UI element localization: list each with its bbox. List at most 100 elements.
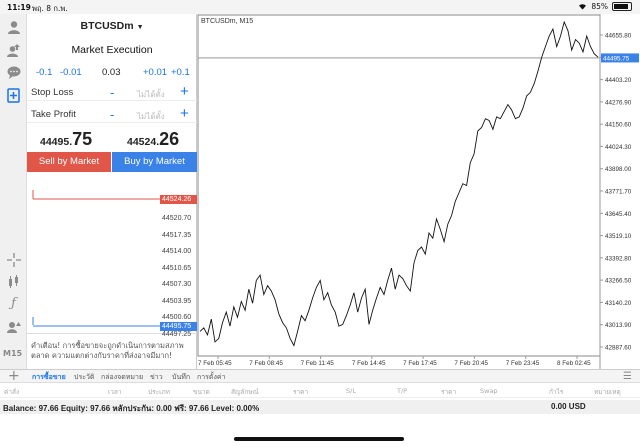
x-tick-label: 7 Feb 11:45	[301, 360, 335, 367]
lot-minus-0.1-button[interactable]: -0.1	[36, 67, 52, 78]
battery-percent: 85%	[591, 2, 608, 11]
col-profit: กำไร	[549, 388, 564, 396]
col-tp: T/P	[397, 387, 408, 395]
bid-price: 44495.75	[40, 129, 92, 150]
status-right: 85%	[578, 2, 632, 11]
price-chart[interactable]: BTCUSDm, M1544655.8044529.5044403.204427…	[197, 14, 640, 369]
tick-level-label: 44500.60	[162, 314, 192, 321]
status-bar: 11:19 พฤ. 8 ก.พ. 85%	[0, 0, 640, 14]
x-tick-label: 7 Feb 23:45	[506, 360, 540, 367]
stop-loss-row: Stop Loss - ไม่ได้ตั้ง +	[27, 83, 197, 101]
wifi-icon	[579, 4, 587, 10]
stop-loss-label: Stop Loss	[31, 87, 74, 98]
symbol-selector[interactable]: BTCUSDm ▼	[27, 20, 197, 32]
stop-loss-input[interactable]: ไม่ได้ตั้ง	[137, 88, 165, 101]
new-order-icon[interactable]	[5, 87, 22, 104]
bottom-tab-bar: + การซื้อขาย ประวัติ กล่องจดหมาย ข่าว บั…	[0, 368, 640, 384]
tick-bid-label: 44495.75	[160, 322, 197, 331]
ask-price-big: 26	[159, 129, 180, 149]
tab-journal[interactable]: บันทึก	[172, 372, 190, 383]
x-tick-label: 7 Feb 14:45	[352, 360, 386, 367]
lot-minus-0.01-button[interactable]: -0.01	[60, 67, 82, 78]
indicators-icon[interactable]	[5, 273, 22, 290]
y-tick-label: 43771.70	[605, 189, 632, 196]
take-profit-input[interactable]: ไม่ได้ตั้ง	[137, 110, 165, 123]
y-tick-label: 44276.90	[605, 99, 632, 106]
x-tick-label: 7 Feb 08:45	[249, 360, 283, 367]
y-tick-label: 43140.20	[605, 300, 632, 307]
tick-level-label: 44510.65	[162, 264, 192, 272]
y-tick-label: 44403.20	[605, 77, 632, 84]
y-tick-label: 43013.90	[605, 322, 632, 329]
col-price: ราคา	[293, 388, 309, 396]
bid-price-prefix: 44495.	[40, 136, 73, 148]
tick-level-label: 44503.95	[162, 297, 192, 305]
objects-icon[interactable]	[5, 318, 22, 335]
current-price-label: 44495.75	[603, 55, 630, 62]
function-icon[interactable]: ƒ	[5, 295, 22, 312]
col-size: ขนาด	[193, 388, 210, 396]
status-time: 11:19	[7, 3, 31, 12]
lot-volume-input[interactable]: 0.03	[102, 67, 121, 78]
crosshair-icon[interactable]	[5, 251, 22, 268]
col-comment: หมายเหตุ	[594, 388, 621, 396]
y-tick-label: 44024.30	[605, 144, 632, 151]
y-tick-label: 43645.40	[605, 211, 632, 218]
panel-menu-icon[interactable]: ☰	[623, 371, 632, 382]
lot-plus-0.01-button[interactable]: +0.01	[143, 67, 167, 78]
take-profit-minus-button[interactable]: -	[110, 107, 114, 122]
chart-svg[interactable]: BTCUSDm, M1544655.8044529.5044403.204427…	[197, 14, 640, 369]
ask-price-prefix: 44524.	[127, 136, 160, 148]
stop-loss-minus-button[interactable]: -	[110, 85, 114, 100]
caret-down-icon: ▼	[136, 24, 144, 31]
col-swap: Swap	[480, 387, 498, 395]
x-tick-label: 7 Feb 05:45	[198, 360, 232, 367]
tick-level-label: 44517.35	[162, 231, 192, 239]
chart-title: BTCUSDm, M15	[201, 18, 253, 25]
ask-price: 44524.26	[127, 129, 179, 150]
col-symbol: สัญลักษณ์	[231, 388, 259, 396]
y-tick-label: 44655.80	[605, 33, 632, 40]
tab-trade[interactable]: การซื้อขาย	[32, 372, 66, 383]
tick-level-label: 44520.70	[162, 215, 192, 222]
y-tick-label: 43898.00	[605, 166, 632, 173]
battery-icon	[612, 2, 632, 11]
upload-user-icon[interactable]	[5, 41, 22, 58]
quote-prices: 44495.75 44524.26	[27, 129, 197, 151]
y-tick-label: 43392.80	[605, 255, 632, 262]
timeframe-label[interactable]: M15	[3, 349, 22, 358]
home-indicator[interactable]	[234, 437, 404, 441]
total-profit: 0.00 USD	[551, 402, 586, 411]
new-order-plus-button[interactable]: +	[8, 368, 20, 384]
user-icon[interactable]	[5, 18, 22, 35]
tab-news[interactable]: ข่าว	[150, 372, 163, 383]
tab-history[interactable]: ประวัติ	[74, 372, 94, 383]
col-time: เวลา	[108, 388, 122, 396]
execution-type[interactable]: Market Execution	[27, 44, 197, 56]
tick-level-label: 44507.30	[162, 281, 192, 288]
sell-by-market-button[interactable]: Sell by Market	[27, 152, 111, 172]
take-profit-plus-button[interactable]: +	[180, 105, 189, 122]
y-tick-label: 44150.60	[605, 122, 632, 129]
tick-chart: 44524.26 44520.70 44517.35 44514.00 44510.6…	[27, 174, 197, 338]
lot-plus-0.1-button[interactable]: +0.1	[171, 67, 190, 78]
tab-mailbox[interactable]: กล่องจดหมาย	[101, 372, 143, 383]
balance-summary: Balance: 97.66 Equity: 97.66 หลักประกัน:…	[3, 404, 260, 413]
chat-icon[interactable]	[5, 64, 22, 81]
left-toolbar: ƒ M15	[0, 14, 27, 369]
take-profit-label: Take Profit	[31, 109, 76, 120]
battery-fill	[614, 4, 628, 9]
trade-table-header: ค่าสั่ง เวลา ประเภท ขนาด สัญลักษณ์ ราคา …	[0, 384, 640, 398]
lot-stepper: -0.1 -0.01 0.03 +0.01 +0.1	[27, 67, 197, 81]
market-warning-text: คำเตือน! การซื้อขายจะถูกดำเนินการตามสภาพ…	[31, 341, 184, 360]
buy-by-market-button[interactable]: Buy by Market	[112, 152, 197, 172]
symbol-name: BTCUSDm	[80, 20, 134, 32]
account-balance-row: Balance: 97.66 Equity: 97.66 หลักประกัน:…	[0, 400, 640, 414]
x-tick-label: 7 Feb 17:45	[403, 360, 437, 367]
tab-settings[interactable]: การตั้งค่า	[197, 372, 226, 383]
y-tick-label: 43519.10	[605, 233, 632, 240]
y-tick-label: 42887.60	[605, 345, 632, 352]
stop-loss-plus-button[interactable]: +	[180, 83, 189, 100]
col-sl: S/L	[346, 387, 356, 395]
col-type: ประเภท	[148, 388, 170, 396]
